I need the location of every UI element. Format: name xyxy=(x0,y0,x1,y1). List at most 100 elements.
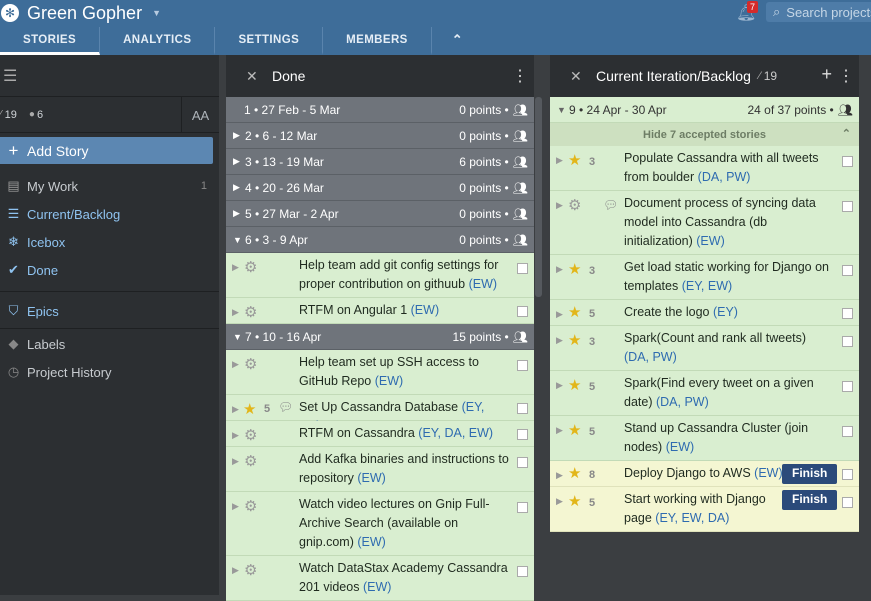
expand-story-icon[interactable]: ▶ xyxy=(556,309,563,320)
story-owners[interactable]: (EW) xyxy=(357,535,385,549)
collapse-header-icon[interactable]: ⌃ xyxy=(432,27,483,55)
story-row[interactable]: ▶ ⚙ Watch video lectures on Gnip Full-Ar… xyxy=(226,492,534,556)
story-owners[interactable]: (EY, EW) xyxy=(682,279,732,293)
kebab-menu-icon[interactable]: ⋮ xyxy=(512,66,528,86)
iteration-header[interactable]: ▼ 7 • 10 - 16 Apr 15 points • 👥︎ xyxy=(226,324,534,350)
story-row[interactable]: ▶ ★ 3 Get load static working for Django… xyxy=(550,255,859,300)
select-checkbox[interactable] xyxy=(517,306,528,317)
sidebar-item-current-backlog[interactable]: ☰ Current/Backlog xyxy=(0,200,219,228)
story-owners[interactable]: (EY, EW, DA) xyxy=(655,511,729,525)
story-owners[interactable]: (DA, PW) xyxy=(698,170,751,184)
select-checkbox[interactable] xyxy=(517,502,528,513)
kebab-menu-icon[interactable]: ⋮ xyxy=(838,66,854,86)
select-checkbox[interactable] xyxy=(517,403,528,414)
sidebar-item-labels[interactable]: ◆ Labels xyxy=(0,330,219,358)
story-row[interactable]: ▶ ★ 5 Start working with Django page (EY… xyxy=(550,487,859,532)
hide-accepted-button[interactable]: Hide 7 accepted stories ⌃ xyxy=(550,123,859,146)
add-story-icon[interactable]: + xyxy=(821,64,832,85)
sidebar-item-project-history[interactable]: ◷ Project History xyxy=(0,358,219,386)
done-scroll-thumb[interactable] xyxy=(535,97,542,297)
select-checkbox[interactable] xyxy=(517,566,528,577)
story-owners[interactable]: (EW) xyxy=(696,234,724,248)
expand-story-icon[interactable]: ▶ xyxy=(556,264,563,275)
story-owners[interactable]: (DA, PW) xyxy=(656,395,709,409)
story-row[interactable]: ▶ ★ 3 Populate Cassandra with all tweets… xyxy=(550,146,859,191)
expand-story-icon[interactable]: ▶ xyxy=(556,335,563,346)
expand-story-icon[interactable]: ▶ xyxy=(556,200,563,211)
story-owners[interactable]: (EW) xyxy=(754,466,782,480)
story-row[interactable]: ▶ ★ 5 Spark(Find every tweet on a given … xyxy=(550,371,859,416)
story-row[interactable]: ▶ ★ 5 💬︎ Set Up Cassandra Database (EY, … xyxy=(226,395,534,433)
story-owners[interactable]: (DA, PW) xyxy=(624,350,677,364)
select-checkbox[interactable] xyxy=(517,457,528,468)
tab-stories[interactable]: STORIES xyxy=(0,27,101,55)
add-story-button[interactable]: + Add Story xyxy=(0,137,213,164)
tab-settings[interactable]: SETTINGS xyxy=(215,27,324,55)
story-row[interactable]: ▶ ⚙ Help team set up SSH access to GitHu… xyxy=(226,350,534,395)
iteration-header[interactable]: ▶ 5 • 27 Mar - 2 Apr 0 points • 👥︎ xyxy=(226,201,534,227)
select-checkbox[interactable] xyxy=(842,469,853,480)
story-row[interactable]: ▶ ⚙ Watch DataStax Academy Cassandra 201… xyxy=(226,556,534,601)
hamburger-icon[interactable]: ☰ xyxy=(3,66,17,86)
select-checkbox[interactable] xyxy=(842,381,853,392)
expand-story-icon[interactable]: ▶ xyxy=(232,456,239,467)
story-owners[interactable]: (EW) xyxy=(411,303,439,317)
font-size-toggle[interactable]: AA xyxy=(181,97,219,133)
select-checkbox[interactable] xyxy=(517,263,528,274)
story-owners[interactable]: (EW) xyxy=(666,440,694,454)
story-row[interactable]: ▶ ⚙ Add Kafka binaries and instructions … xyxy=(226,447,534,492)
expand-story-icon[interactable]: ▶ xyxy=(232,262,239,273)
story-owners[interactable]: (EW) xyxy=(357,471,385,485)
select-checkbox[interactable] xyxy=(842,336,853,347)
sidebar-item-epics[interactable]: ⛉ Epics xyxy=(0,297,219,325)
select-checkbox[interactable] xyxy=(517,360,528,371)
iteration-header[interactable]: 1 • 27 Feb - 5 Mar 0 points • 👥︎ xyxy=(226,97,534,123)
expand-story-icon[interactable]: ▶ xyxy=(232,307,239,318)
finish-button[interactable]: Finish xyxy=(782,490,838,510)
search-input[interactable]: ⌕ Search projects xyxy=(766,2,871,22)
expand-story-icon[interactable]: ▶ xyxy=(556,425,563,436)
iteration-header[interactable]: ▶ 4 • 20 - 26 Mar 0 points • 👥︎ xyxy=(226,175,534,201)
expand-story-icon[interactable]: ▶ xyxy=(556,380,563,391)
story-owners[interactable]: (EW) xyxy=(375,374,403,388)
expand-story-icon[interactable]: ▶ xyxy=(232,501,239,512)
select-checkbox[interactable] xyxy=(842,201,853,212)
story-row[interactable]: ▶ ⚙ RTFM on Angular 1 (EW) xyxy=(226,298,534,324)
expand-story-icon[interactable]: ▶ xyxy=(556,496,563,507)
iteration-header[interactable]: ▶ 3 • 13 - 19 Mar 6 points • 👥︎ xyxy=(226,149,534,175)
expand-story-icon[interactable]: ▶ xyxy=(232,359,239,370)
story-owners[interactable]: (EW) xyxy=(469,277,497,291)
close-icon[interactable]: ✕ xyxy=(246,68,272,85)
iteration-header[interactable]: ▶ 2 • 6 - 12 Mar 0 points • 👥︎ xyxy=(226,123,534,149)
finish-button[interactable]: Finish xyxy=(782,464,838,484)
sidebar-item-icebox[interactable]: ❄ Icebox xyxy=(0,228,219,256)
iteration-header[interactable]: ▼ 6 • 3 - 9 Apr 0 points • 👥︎ xyxy=(226,227,534,253)
story-owners[interactable]: (EW) xyxy=(363,580,391,594)
expand-story-icon[interactable]: ▶ xyxy=(556,155,563,166)
select-checkbox[interactable] xyxy=(517,429,528,440)
story-owners[interactable]: (EY) xyxy=(713,305,738,319)
expand-story-icon[interactable]: ▶ xyxy=(232,404,239,415)
tab-analytics[interactable]: ANALYTICS xyxy=(100,27,216,55)
story-row[interactable]: ▶ ★ 8 Deploy Django to AWS (EW) Finish xyxy=(550,461,859,487)
select-checkbox[interactable] xyxy=(842,156,853,167)
story-row[interactable]: ▶ ⚙ RTFM on Cassandra (EY, DA, EW) xyxy=(226,421,534,447)
story-row[interactable]: ▶ ★ 5 Stand up Cassandra Cluster (join n… xyxy=(550,416,859,461)
story-row[interactable]: ▶ ★ 5 Create the logo (EY) xyxy=(550,300,859,326)
expand-story-icon[interactable]: ▶ xyxy=(232,565,239,576)
expand-story-icon[interactable]: ▶ xyxy=(232,430,239,441)
sidebar-item-my-work[interactable]: ▤ My Work 1 xyxy=(0,172,219,200)
select-checkbox[interactable] xyxy=(842,308,853,319)
iteration-header[interactable]: ▼ 9 • 24 Apr - 30 Apr 24 of 37 points • 👥… xyxy=(550,97,859,123)
story-owners[interactable]: (EY, DA, EW) xyxy=(418,426,493,440)
tab-members[interactable]: MEMBERS xyxy=(323,27,432,55)
select-checkbox[interactable] xyxy=(842,265,853,276)
story-row[interactable]: ▶ ★ 3 Spark(Count and rank all tweets) (… xyxy=(550,326,859,371)
project-switcher[interactable]: ✻ Green Gopher ▼ xyxy=(0,0,161,26)
story-row[interactable]: ▶ ⚙ 💬︎ Document process of syncing data … xyxy=(550,191,859,255)
close-icon[interactable]: ✕ xyxy=(570,68,596,85)
sidebar-item-done[interactable]: ✔ Done xyxy=(0,256,219,284)
select-checkbox[interactable] xyxy=(842,426,853,437)
expand-story-icon[interactable]: ▶ xyxy=(556,470,563,481)
select-checkbox[interactable] xyxy=(842,497,853,508)
